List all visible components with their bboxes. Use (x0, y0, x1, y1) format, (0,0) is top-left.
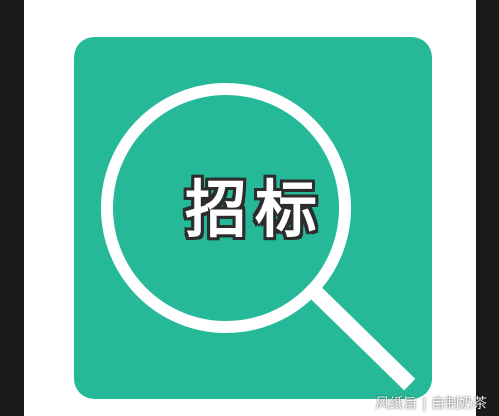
watermark-text: 风纸旨 | 自制奶茶 (375, 396, 487, 412)
image-screen: 招标 风纸旨 | 自制奶茶 (0, 0, 499, 416)
title-text: 招标 (184, 173, 325, 246)
